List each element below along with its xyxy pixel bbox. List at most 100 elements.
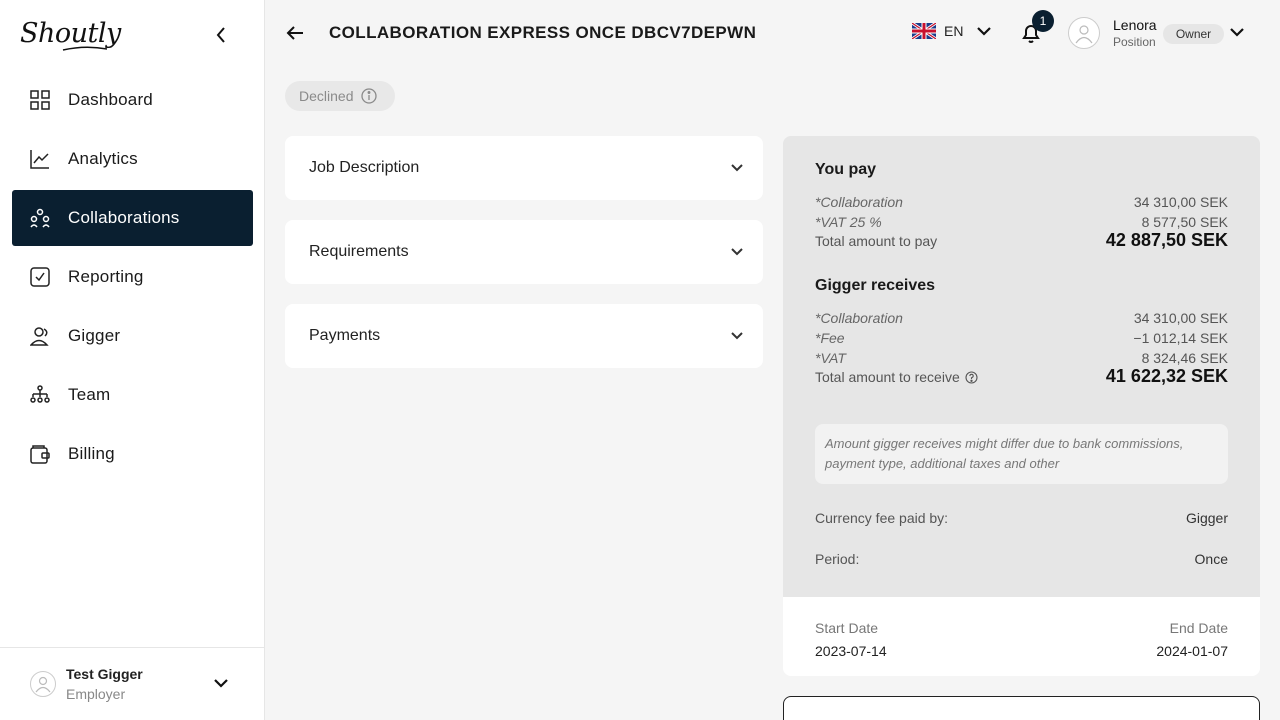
account-name: Test Gigger xyxy=(66,666,143,682)
sidebar-item-label: Dashboard xyxy=(68,90,153,109)
sidebar-nav: Dashboard Analytics Collaborations Repor… xyxy=(12,72,253,485)
you-pay-title: You pay xyxy=(815,161,877,178)
grid-icon xyxy=(30,90,50,110)
chevron-down-icon xyxy=(214,679,228,688)
sidebar: Shoutly Dashboard Analytics Collaboratio… xyxy=(0,0,265,720)
summary-total-row: Total amount to receive 41 622,32 SEK xyxy=(815,366,1228,387)
collaborations-icon xyxy=(30,208,50,228)
accordion-payments[interactable]: Payments xyxy=(285,304,763,368)
accordion-requirements[interactable]: Requirements xyxy=(285,220,763,284)
help-icon[interactable] xyxy=(965,371,978,384)
row-label: *VAT xyxy=(815,350,846,366)
sidebar-item-reporting[interactable]: Reporting xyxy=(12,249,253,305)
sidebar-item-label: Team xyxy=(68,385,111,404)
sidebar-item-gigger[interactable]: Gigger xyxy=(12,308,253,364)
language-code: EN xyxy=(944,23,964,39)
header-user-position: Position xyxy=(1113,35,1156,49)
summary-row: *Collaboration 34 310,00 SEK xyxy=(815,194,1228,210)
logo-swoosh-icon xyxy=(62,46,108,51)
page-title: COLLABORATION EXPRESS ONCE DBCV7DEPWN xyxy=(329,23,757,42)
chart-line-icon xyxy=(30,149,50,169)
dates-panel: Start Date 2023-07-14 End Date 2024-01-0… xyxy=(783,597,1260,676)
row-value: Gigger xyxy=(1185,510,1228,526)
sidebar-item-label: Gigger xyxy=(68,326,121,345)
disclaimer-note: Amount gigger receives might differ due … xyxy=(815,424,1228,484)
chevron-left-icon xyxy=(216,27,225,43)
account-switcher[interactable]: Test Gigger Employer xyxy=(0,647,265,720)
user-group-icon xyxy=(30,326,50,346)
row-label: Currency fee paid by: xyxy=(815,510,949,526)
accordion-label: Job Description xyxy=(309,159,420,176)
user-placeholder-icon xyxy=(1075,25,1093,44)
sidebar-item-label: Reporting xyxy=(68,267,144,286)
chevron-down-icon xyxy=(731,164,743,172)
sidebar-item-label: Collaborations xyxy=(68,208,180,227)
row-label: *Collaboration xyxy=(815,310,903,326)
arrow-left-icon xyxy=(286,26,303,40)
language-selector[interactable]: EN xyxy=(912,23,992,39)
sidebar-item-collaborations[interactable]: Collaborations xyxy=(12,190,253,246)
row-label: *Collaboration xyxy=(815,194,903,210)
sidebar-item-analytics[interactable]: Analytics xyxy=(12,131,253,187)
total-value: 41 622,32 SEK xyxy=(1105,366,1228,386)
summary-row: *VAT 25 % 8 577,50 SEK xyxy=(815,214,1228,230)
sidebar-item-label: Billing xyxy=(68,444,115,463)
summary-row: *Fee −1 012,14 SEK xyxy=(815,330,1228,346)
status-badge: Declined xyxy=(285,81,395,111)
accordion-label: Requirements xyxy=(309,243,409,260)
sidebar-item-team[interactable]: Team xyxy=(12,367,253,423)
avatar[interactable] xyxy=(1068,17,1100,49)
avatar xyxy=(30,671,56,697)
sidebar-item-billing[interactable]: Billing xyxy=(12,426,253,482)
row-value: −1 012,14 SEK xyxy=(1133,330,1228,346)
row-value: Once xyxy=(1194,551,1228,567)
checkbox-icon xyxy=(30,267,50,287)
summary-total-row: Total amount to pay 42 887,50 SEK xyxy=(815,230,1228,251)
summary-row: *Collaboration 34 310,00 SEK xyxy=(815,310,1228,326)
row-value: 34 310,00 SEK xyxy=(1133,194,1228,210)
row-value: 8 324,46 SEK xyxy=(1141,350,1228,366)
account-dropdown-button[interactable] xyxy=(214,675,228,693)
team-tree-icon xyxy=(30,385,50,405)
wallet-icon xyxy=(30,444,50,464)
total-label: Total amount to receive xyxy=(815,368,960,385)
start-date-value: 2023-07-14 xyxy=(815,643,887,659)
end-date-label: End Date xyxy=(1169,620,1228,636)
sidebar-item-dashboard[interactable]: Dashboard xyxy=(12,72,253,128)
notification-count-badge: 1 xyxy=(1032,10,1054,32)
gigger-receives-title: Gigger receives xyxy=(815,277,936,294)
collapse-sidebar-button[interactable] xyxy=(210,24,232,46)
shoutly-logo[interactable]: Shoutly xyxy=(20,18,121,49)
row-label: *VAT 25 % xyxy=(815,214,882,230)
total-label: Total amount to pay xyxy=(815,232,938,249)
row-value: 34 310,00 SEK xyxy=(1133,310,1228,326)
uk-flag-icon xyxy=(912,23,936,39)
total-value: 42 887,50 SEK xyxy=(1105,230,1228,250)
user-placeholder-icon xyxy=(35,676,51,693)
end-date-value: 2024-01-07 xyxy=(1156,643,1228,659)
currency-fee-row: Currency fee paid by: Gigger xyxy=(815,510,1228,526)
user-menu-button[interactable] xyxy=(1230,24,1244,42)
summary-row: *VAT 8 324,46 SEK xyxy=(815,350,1228,366)
role-badge: Owner xyxy=(1163,24,1224,44)
start-date-label: Start Date xyxy=(815,620,879,636)
row-value: 8 577,50 SEK xyxy=(1141,214,1228,230)
chevron-down-icon xyxy=(1230,28,1244,37)
chevron-down-icon xyxy=(977,27,992,36)
account-role: Employer xyxy=(66,686,126,702)
info-icon[interactable] xyxy=(361,88,378,104)
chevron-down-icon xyxy=(731,332,743,340)
row-label: Period: xyxy=(815,551,860,567)
back-button[interactable] xyxy=(285,23,305,43)
payment-summary-panel: You pay *Collaboration 34 310,00 SEK *VA… xyxy=(783,136,1260,597)
sidebar-item-label: Analytics xyxy=(68,149,138,168)
header-user-info: Lenora Position xyxy=(1113,17,1157,49)
period-row: Period: Once xyxy=(815,551,1228,567)
row-label: *Fee xyxy=(815,330,845,346)
chevron-down-icon xyxy=(731,248,743,256)
status-label: Declined xyxy=(299,88,354,104)
action-button[interactable] xyxy=(783,696,1260,720)
accordion-label: Payments xyxy=(309,327,381,344)
accordion-job-description[interactable]: Job Description xyxy=(285,136,763,200)
header-user-name: Lenora xyxy=(1113,17,1157,33)
